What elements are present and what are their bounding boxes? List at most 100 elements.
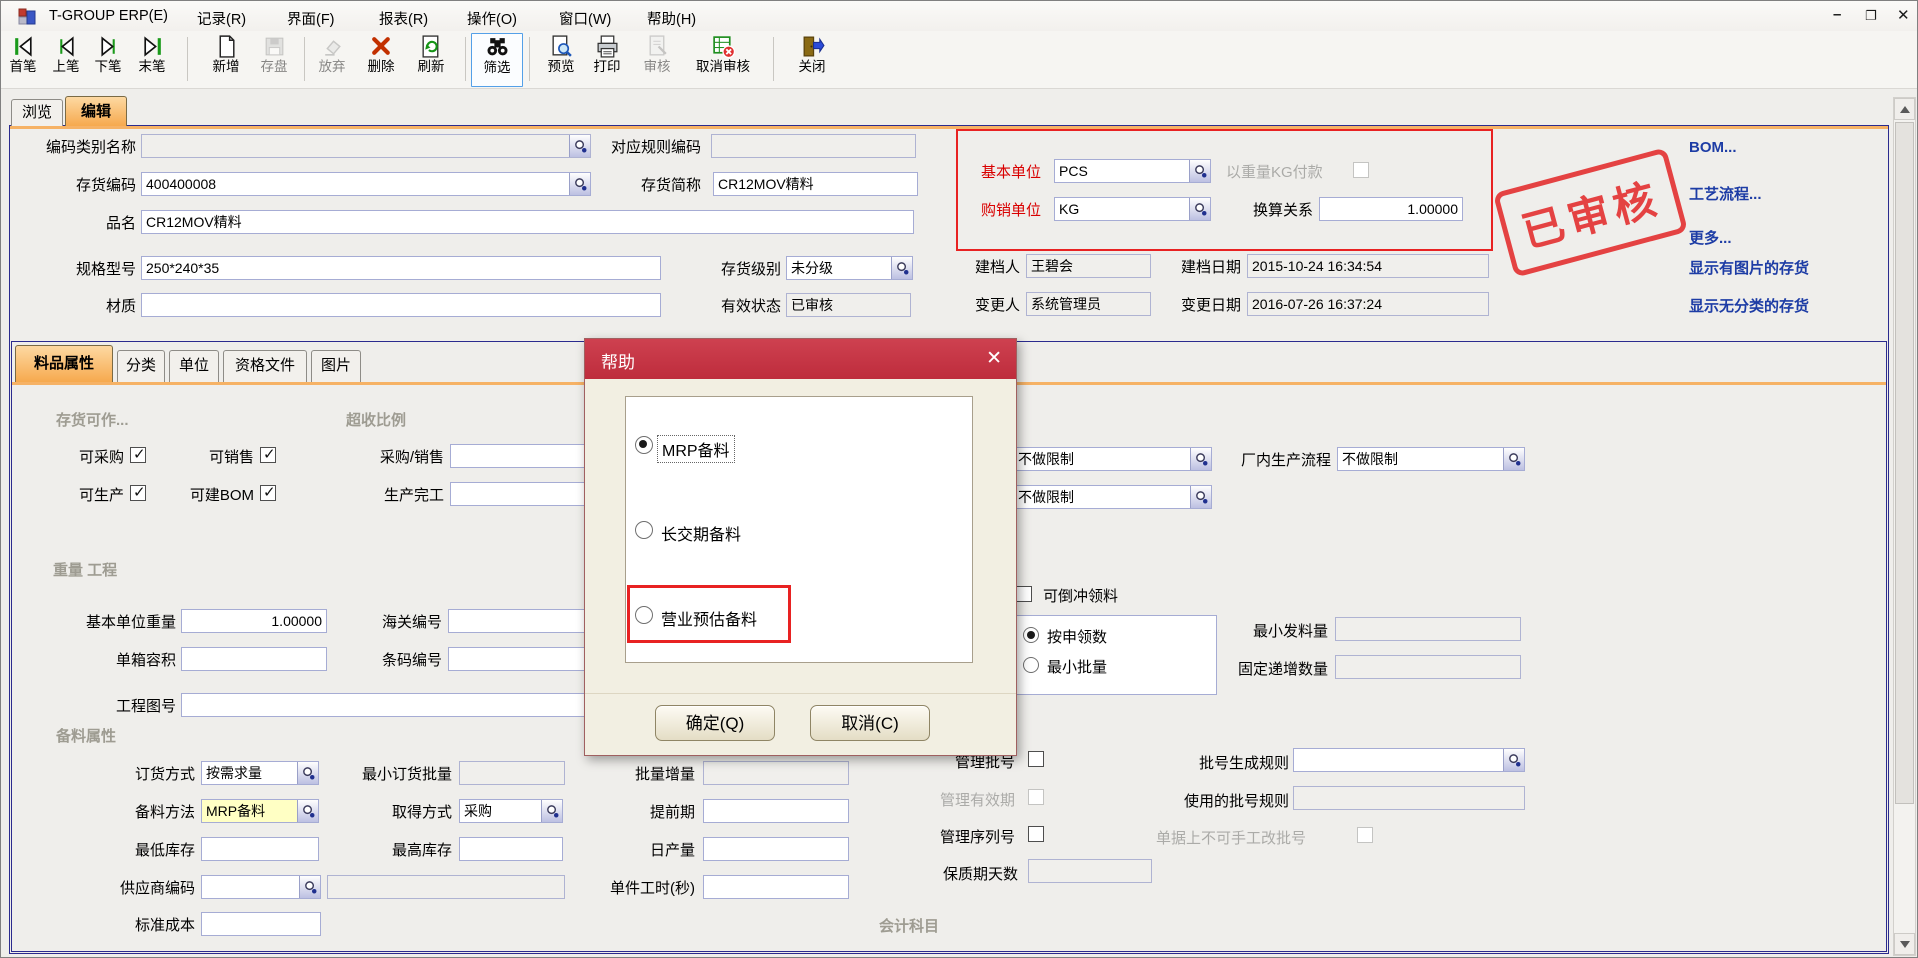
dialog-option-mrp-label[interactable]: MRP备料 xyxy=(657,435,735,463)
no-manual-batch-checkbox[interactable] xyxy=(1357,827,1373,843)
window-restore-button[interactable]: ❐ xyxy=(1865,8,1877,24)
purchasable-checkbox[interactable] xyxy=(130,447,146,463)
tab-qualification-files[interactable]: 资格文件 xyxy=(223,350,307,382)
fixed-inc-field[interactable] xyxy=(1335,655,1521,679)
link-process-flow[interactable]: 工艺流程... xyxy=(1689,183,1762,204)
bom-checkbox[interactable] xyxy=(260,485,276,501)
max-stock-field[interactable] xyxy=(459,837,563,861)
toolbar-new-button[interactable]: 新增 xyxy=(201,33,251,87)
factory-flow-field[interactable]: 不做限制 xyxy=(1337,447,1525,471)
lead-time-field[interactable] xyxy=(703,799,849,823)
pay-by-weight-checkbox[interactable] xyxy=(1353,162,1369,178)
toolbar-first-button[interactable]: 首笔 xyxy=(1,33,45,87)
toolbar-abandon-button[interactable]: 放弃 xyxy=(309,33,355,87)
issue-min-batch-radio[interactable] xyxy=(1023,657,1039,673)
lookup-icon[interactable] xyxy=(891,257,912,279)
menu-item-help[interactable]: 帮助(H) xyxy=(647,8,696,29)
lookup-icon[interactable] xyxy=(569,135,590,157)
tab-units[interactable]: 单位 xyxy=(169,350,219,382)
toolbar-prev-button[interactable]: 上笔 xyxy=(45,33,87,87)
link-more[interactable]: 更多... xyxy=(1689,227,1732,248)
batch-increment-field[interactable] xyxy=(703,761,849,785)
lookup-icon[interactable] xyxy=(297,800,318,822)
lookup-icon[interactable] xyxy=(297,762,318,784)
material-field[interactable] xyxy=(141,293,661,317)
dialog-radio-long-cycle[interactable] xyxy=(635,521,653,539)
menu-item-app[interactable]: T-GROUP ERP(E) xyxy=(49,8,168,24)
item-code-field[interactable]: 400400008 xyxy=(141,172,591,196)
order-mode-field[interactable]: 按需求量 xyxy=(201,761,319,785)
toolbar-close-button[interactable]: 关闭 xyxy=(789,33,835,87)
tab-item-attributes[interactable]: 料品属性 xyxy=(15,345,113,382)
lookup-icon[interactable] xyxy=(1190,486,1211,508)
toolbar-last-button[interactable]: 末笔 xyxy=(129,33,175,87)
menu-item-report[interactable]: 报表(R) xyxy=(379,8,428,29)
level-field[interactable]: 未分级 xyxy=(786,256,913,280)
restriction-field-2[interactable]: 不做限制 xyxy=(1013,485,1212,509)
dialog-radio-sales-forecast[interactable] xyxy=(635,606,653,624)
sellable-checkbox[interactable] xyxy=(260,447,276,463)
min-order-field[interactable] xyxy=(459,761,565,785)
scrollbar-thumb[interactable] xyxy=(1895,122,1914,804)
base-unit-weight-field[interactable]: 1.00000 xyxy=(181,609,327,633)
toolbar-refresh-button[interactable]: 刷新 xyxy=(407,33,455,87)
conversion-field[interactable]: 1.00000 xyxy=(1319,197,1463,221)
purchase-sale-ratio-field[interactable] xyxy=(450,444,590,468)
base-unit-field[interactable]: PCS xyxy=(1054,159,1211,183)
cancel-button[interactable]: 取消(C) xyxy=(810,705,930,741)
link-bom[interactable]: BOM... xyxy=(1689,139,1737,156)
spec-field[interactable]: 250*240*35 xyxy=(141,256,661,280)
scrollbar-up-button[interactable] xyxy=(1894,98,1915,120)
acquire-mode-field[interactable]: 采购 xyxy=(459,799,563,823)
lookup-icon[interactable] xyxy=(1190,448,1211,470)
dialog-radio-mrp[interactable] xyxy=(635,436,653,454)
dialog-option-sales-forecast-label[interactable]: 营业预估备料 xyxy=(661,606,757,630)
shelf-days-field[interactable] xyxy=(1028,859,1152,883)
restriction-field-1[interactable]: 不做限制 xyxy=(1013,447,1212,471)
toolbar-cancel-audit-button[interactable]: 取消审核 xyxy=(683,33,763,87)
lookup-icon[interactable] xyxy=(1503,749,1524,771)
menu-item-action[interactable]: 操作(O) xyxy=(467,8,517,29)
min-issue-field[interactable] xyxy=(1335,617,1521,641)
manage-serial-checkbox[interactable] xyxy=(1028,826,1044,842)
lookup-icon[interactable] xyxy=(541,800,562,822)
box-volume-field[interactable] xyxy=(181,647,327,671)
link-show-unclassified[interactable]: 显示无分类的存货 xyxy=(1689,295,1809,316)
producible-checkbox[interactable] xyxy=(130,485,146,501)
manage-batch-checkbox[interactable] xyxy=(1028,751,1044,767)
toolbar-delete-button[interactable]: 删除 xyxy=(357,33,405,87)
ok-button[interactable]: 确定(Q) xyxy=(655,705,775,741)
toolbar-save-button[interactable]: 存盘 xyxy=(251,33,297,87)
item-name-field[interactable]: CR12MOV精料 xyxy=(141,210,914,234)
tab-classification[interactable]: 分类 xyxy=(117,350,165,382)
lookup-icon[interactable] xyxy=(299,876,320,898)
dialog-title-bar[interactable]: 帮助 ✕ xyxy=(585,339,1016,379)
window-close-button[interactable]: ✕ xyxy=(1897,6,1910,24)
vertical-scrollbar[interactable] xyxy=(1893,97,1916,956)
toolbar-preview-button[interactable]: 预览 xyxy=(537,33,585,87)
lookup-icon[interactable] xyxy=(569,173,590,195)
backflush-checkbox[interactable] xyxy=(1016,586,1032,602)
production-done-ratio-field[interactable] xyxy=(450,482,590,506)
menu-item-record[interactable]: 记录(R) xyxy=(197,8,246,29)
toolbar-audit-button[interactable]: 审核 xyxy=(633,33,681,87)
rule-code-field[interactable] xyxy=(711,134,916,158)
toolbar-next-button[interactable]: 下笔 xyxy=(87,33,129,87)
scrollbar-down-button[interactable] xyxy=(1894,933,1915,955)
tab-browse[interactable]: 浏览 xyxy=(11,99,63,126)
coding-category-field[interactable] xyxy=(141,134,591,158)
link-show-with-images[interactable]: 显示有图片的存货 xyxy=(1689,257,1809,278)
supplier-code-field[interactable] xyxy=(201,875,321,899)
issue-by-request-radio[interactable] xyxy=(1023,627,1039,643)
dialog-close-icon[interactable]: ✕ xyxy=(986,347,1002,370)
dialog-option-long-cycle-label[interactable]: 长交期备料 xyxy=(661,521,741,545)
trade-unit-field[interactable]: KG xyxy=(1054,197,1211,221)
toolbar-filter-button[interactable]: 筛选 xyxy=(471,33,523,87)
lookup-icon[interactable] xyxy=(1503,448,1524,470)
toolbar-print-button[interactable]: 打印 xyxy=(585,33,629,87)
menu-item-ui[interactable]: 界面(F) xyxy=(287,8,335,29)
lookup-icon[interactable] xyxy=(1189,198,1210,220)
window-minimize-button[interactable]: – xyxy=(1833,6,1841,23)
unit-hours-field[interactable] xyxy=(703,875,849,899)
std-cost-field[interactable] xyxy=(201,912,321,936)
